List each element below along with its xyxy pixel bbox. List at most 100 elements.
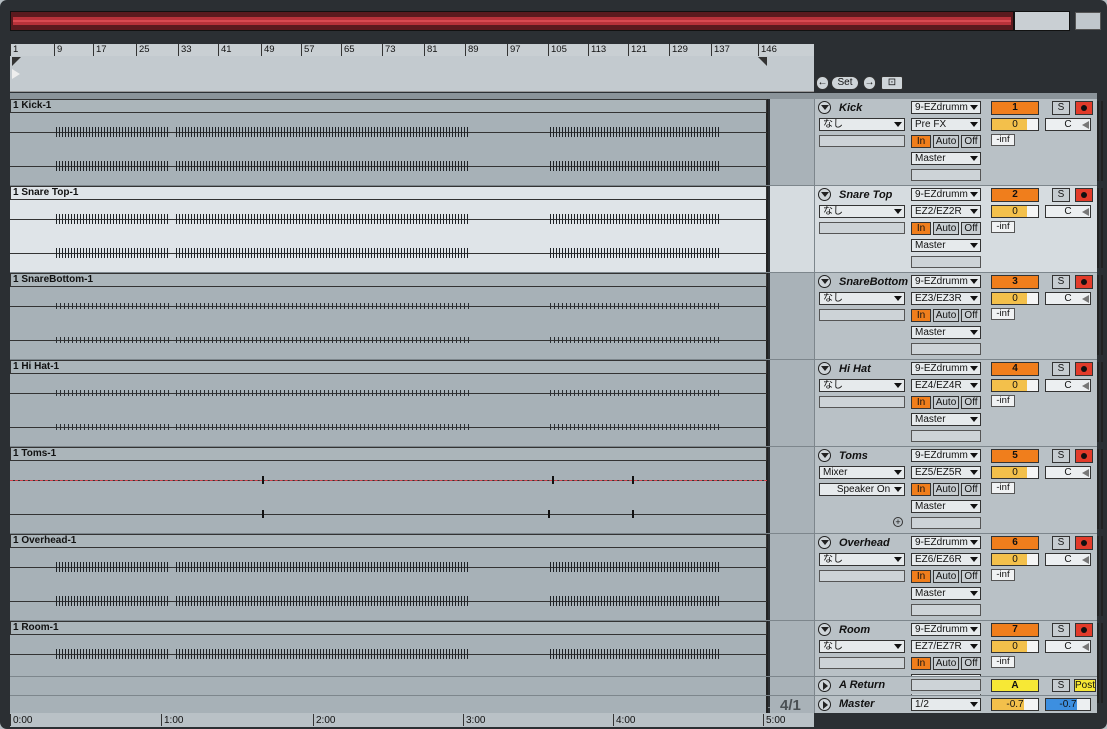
arrangement-lane[interactable]: 1 Overhead-1 [10,534,768,620]
output-channel-box[interactable] [911,604,981,616]
prev-locator-button[interactable]: ← [816,76,829,90]
monitor-in-button[interactable]: In [911,135,931,148]
send-dropdown[interactable]: Mixer [819,466,905,479]
input-type-dropdown[interactable]: 9-EZdrumm [911,275,981,288]
track-activator-button[interactable]: 5 [991,449,1039,463]
monitor-in-button[interactable]: In [911,396,931,409]
time-ruler[interactable]: 0:00 1:00 2:00 3:00 4:00 5:00 [10,713,814,727]
end-marker-icon[interactable] [758,57,767,66]
track-name[interactable]: SnareBottom [819,275,909,289]
solo-button[interactable]: S [1052,536,1070,550]
monitor-auto-button[interactable]: Auto [933,570,959,583]
output-dropdown[interactable]: Master [911,500,981,513]
volume-slider[interactable]: 0 [991,466,1039,479]
output-channel-box[interactable] [911,517,981,529]
pan-knob[interactable]: C [1045,292,1091,305]
record-arm-icon[interactable] [1075,449,1093,463]
solo-button[interactable]: S [1052,188,1070,202]
send-box[interactable] [819,309,905,321]
start-marker-icon[interactable] [12,57,21,66]
pan-knob[interactable]: C [1045,466,1091,479]
automation-line[interactable] [10,480,767,481]
volume-slider[interactable]: 0 [991,379,1039,392]
send-box[interactable] [819,657,905,669]
monitor-off-button[interactable]: Off [961,483,981,496]
input-channel-dropdown[interactable]: Pre FX [911,118,981,131]
send-dropdown[interactable]: なし [819,379,905,392]
track-activator-button[interactable]: 7 [991,623,1039,637]
pan-knob[interactable]: C [1045,118,1091,131]
input-channel-dropdown[interactable]: EZ2/EZ2R [911,205,981,218]
peak-level-display[interactable]: -inf [991,134,1015,146]
monitor-off-button[interactable]: Off [961,396,981,409]
input-type-dropdown[interactable]: 9-EZdrumm [911,623,981,636]
peak-level-display[interactable]: -inf [991,221,1015,233]
input-channel-dropdown[interactable]: EZ6/EZ6R [911,553,981,566]
master-pan[interactable]: -0.7 [1045,698,1091,711]
monitor-in-button[interactable]: In [911,570,931,583]
track-activator-button[interactable]: 6 [991,536,1039,550]
clip-header[interactable]: 1 Room-1 [10,621,767,635]
clip-header[interactable]: 1 SnareBottom-1 [10,273,767,287]
clip-header[interactable]: 1 Toms-1 [10,447,767,461]
track-activator-button[interactable]: 1 [991,101,1039,115]
output-dropdown[interactable]: Master [911,587,981,600]
send-box[interactable] [819,135,905,147]
track-name[interactable]: Kick [819,101,909,115]
monitor-auto-button[interactable]: Auto [933,657,959,670]
set-locator-button[interactable]: Set [831,76,859,90]
send-box[interactable] [819,570,905,582]
clip-header[interactable]: 1 Snare Top-1 [10,186,767,200]
input-type-dropdown[interactable]: 9-EZdrumm [911,362,981,375]
volume-slider[interactable]: 0 [991,640,1039,653]
monitor-in-button[interactable]: In [911,222,931,235]
monitor-auto-button[interactable]: Auto [933,483,959,496]
add-icon[interactable]: + [893,517,903,527]
monitor-auto-button[interactable]: Auto [933,222,959,235]
monitor-auto-button[interactable]: Auto [933,309,959,322]
arrangement-lane[interactable]: 1 Toms-1 [10,447,768,533]
output-channel-box[interactable] [911,169,981,181]
track-activator-button[interactable]: 4 [991,362,1039,376]
master-arrangement-lane[interactable] [10,696,768,713]
clip-header[interactable]: 1 Overhead-1 [10,534,767,548]
track-activator-button[interactable]: 2 [991,188,1039,202]
send-box[interactable] [819,222,905,234]
lock-envelopes-button[interactable]: ⊡ [881,76,903,90]
track-name[interactable]: Room [819,623,909,637]
output-channel-box[interactable] [911,343,981,355]
output-channel-box[interactable] [911,256,981,268]
output-dropdown[interactable]: Master [911,413,981,426]
input-type-dropdown[interactable]: 9-EZdrumm [911,101,981,114]
input-type-dropdown[interactable]: 9-EZdrumm [911,536,981,549]
send-dropdown[interactable]: なし [819,553,905,566]
input-channel-dropdown[interactable]: EZ5/EZ5R [911,466,981,479]
overview-zoom-button[interactable] [1075,12,1101,30]
volume-slider[interactable]: 0 [991,118,1039,131]
output-channel-box[interactable] [911,430,981,442]
output-dropdown[interactable]: Master [911,152,981,165]
locator-lane[interactable] [10,56,814,92]
track-activator-button[interactable]: 3 [991,275,1039,289]
track-name[interactable]: Hi Hat [819,362,909,376]
clip-header[interactable]: 1 Kick-1 [10,99,767,113]
monitor-off-button[interactable]: Off [961,570,981,583]
master-track-name[interactable]: Master [819,697,909,711]
record-arm-icon[interactable] [1075,101,1093,115]
input-type-dropdown[interactable]: 9-EZdrumm [911,188,981,201]
solo-button[interactable]: S [1052,101,1070,115]
input-type-dropdown[interactable]: 9-EZdrumm [911,449,981,462]
peak-level-display[interactable]: -inf [991,656,1015,668]
pan-knob[interactable]: C [1045,553,1091,566]
pan-knob[interactable]: C [1045,205,1091,218]
send-dropdown[interactable]: なし [819,640,905,653]
record-arm-icon[interactable] [1075,275,1093,289]
record-arm-icon[interactable] [1075,536,1093,550]
overview-view-window[interactable] [1013,12,1069,30]
master-volume[interactable]: -0.7 [991,698,1039,711]
output-dropdown[interactable]: Master [911,239,981,252]
send-box[interactable] [819,396,905,408]
return-arrangement-lane[interactable] [10,677,768,694]
input-channel-dropdown[interactable]: EZ7/EZ7R [911,640,981,653]
send-dropdown[interactable]: なし [819,292,905,305]
